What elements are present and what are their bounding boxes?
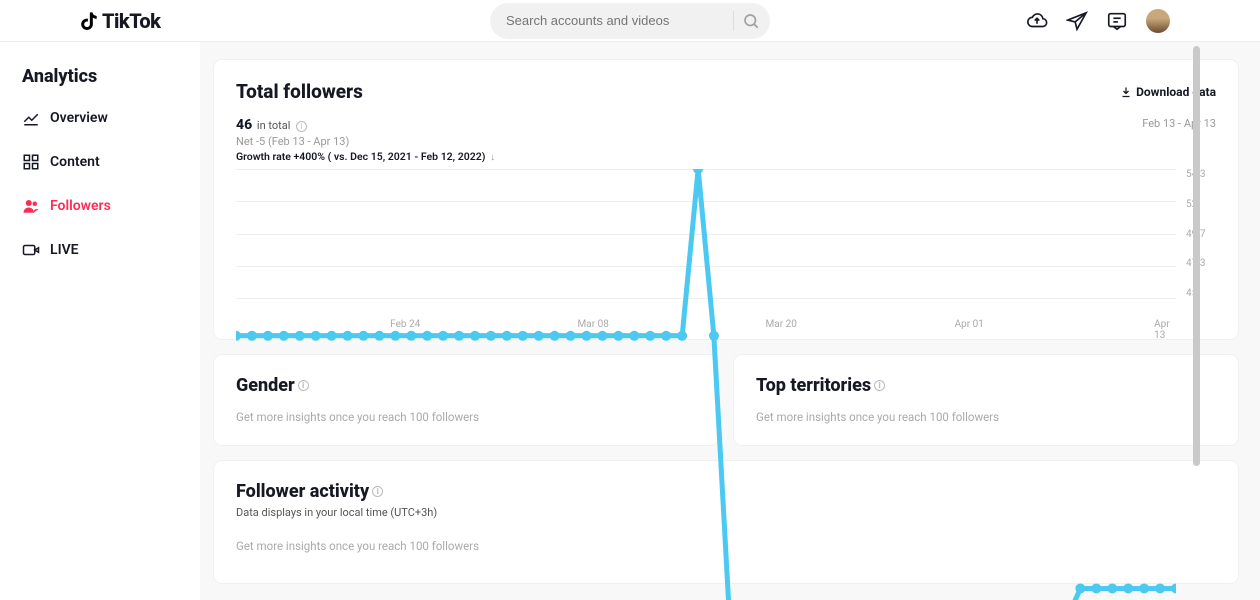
send-icon[interactable] — [1066, 10, 1088, 32]
sidebar-item-live[interactable]: LIVE — [22, 241, 200, 259]
search-divider — [733, 11, 734, 31]
net-line: Net -5 (Feb 13 - Apr 13) — [236, 135, 495, 148]
scrollbar[interactable] — [1193, 42, 1201, 600]
followers-summary: 46 in total i Net -5 (Feb 13 - Apr 13) G… — [236, 117, 495, 163]
chart-y-axis: 54.3 52 49.7 47.3 45 — [1186, 169, 1216, 299]
sidebar-item-content[interactable]: Content — [22, 153, 200, 171]
download-label: Download data — [1136, 85, 1216, 99]
main-content: Total followers Download data 46 in tota… — [200, 42, 1260, 600]
upload-cloud-icon[interactable] — [1026, 10, 1048, 32]
sidebar-item-followers[interactable]: Followers — [22, 197, 200, 215]
search-bar[interactable] — [490, 3, 770, 39]
card-title: Total followers — [236, 80, 363, 103]
total-followers-card: Total followers Download data 46 in tota… — [214, 60, 1238, 339]
sidebar-item-overview[interactable]: Overview — [22, 109, 200, 127]
search-input[interactable] — [506, 13, 725, 28]
sidebar-item-label: LIVE — [50, 242, 79, 258]
chart-line — [236, 169, 1176, 600]
sidebar-item-label: Content — [50, 154, 100, 170]
search-icon[interactable] — [742, 12, 760, 30]
download-icon — [1120, 86, 1132, 98]
sidebar-heading: Analytics — [22, 66, 200, 87]
info-icon[interactable]: i — [296, 121, 307, 132]
avatar[interactable] — [1146, 9, 1170, 33]
sidebar-item-label: Followers — [50, 198, 111, 214]
download-data-button[interactable]: Download data — [1120, 85, 1216, 99]
followers-icon — [22, 197, 40, 215]
top-actions — [1026, 9, 1170, 33]
arrow-down-icon: ↓ — [490, 152, 495, 163]
sidebar: Analytics Overview Content Followers — [0, 42, 200, 600]
followers-chart: 54.3 52 49.7 47.3 45 Feb 24Mar 08Mar 20A… — [236, 169, 1216, 319]
logo-text: TikTok — [102, 9, 160, 33]
content-icon — [22, 153, 40, 171]
live-icon — [22, 241, 40, 259]
sidebar-item-label: Overview — [50, 110, 108, 126]
tiktok-note-icon — [80, 10, 100, 32]
scrollbar-thumb[interactable] — [1193, 46, 1200, 466]
overview-icon — [22, 109, 40, 127]
tiktok-logo[interactable]: TikTok — [80, 9, 160, 33]
growth-line: Growth rate +400% ( vs. Dec 15, 2021 - F… — [236, 150, 485, 163]
chart-date-range: Feb 13 - Apr 13 — [1142, 117, 1216, 130]
in-total-label: in total — [257, 119, 291, 132]
top-bar: TikTok — [0, 0, 1260, 42]
follower-count: 46 — [236, 117, 252, 133]
inbox-icon[interactable] — [1106, 10, 1128, 32]
